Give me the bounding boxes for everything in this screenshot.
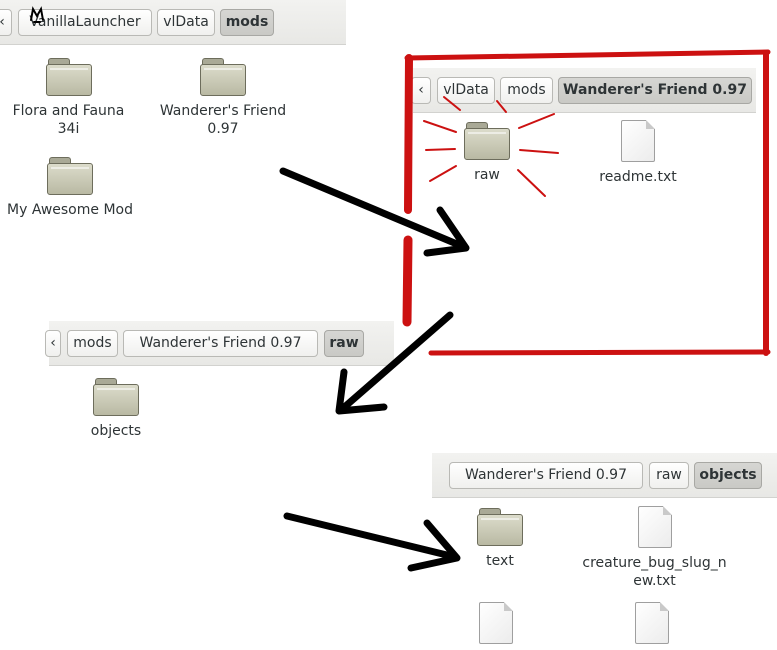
arrow-3 bbox=[283, 512, 461, 572]
arrow-2 bbox=[335, 311, 454, 415]
annotation-overlay bbox=[30, 6, 771, 572]
red-highlight-frame bbox=[402, 49, 771, 356]
drawn-m-mark bbox=[30, 6, 44, 23]
arrow-1 bbox=[279, 167, 470, 257]
red-emphasis-lines bbox=[423, 96, 559, 197]
